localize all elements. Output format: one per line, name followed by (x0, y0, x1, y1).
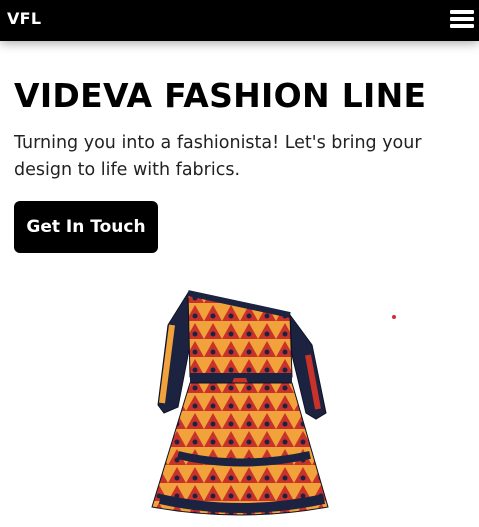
decorative-dot (392, 315, 396, 319)
hero-subtitle: Turning you into a fashionista! Let's br… (14, 133, 422, 180)
brand-logo[interactable]: VFL (7, 9, 41, 28)
dress-image (151, 290, 329, 516)
top-navbar: VFL (0, 0, 479, 41)
get-in-touch-button[interactable]: Get In Touch (14, 201, 158, 253)
page-title: VIDEVA FASHION LINE (14, 76, 427, 115)
hamburger-menu-icon[interactable] (450, 10, 474, 30)
